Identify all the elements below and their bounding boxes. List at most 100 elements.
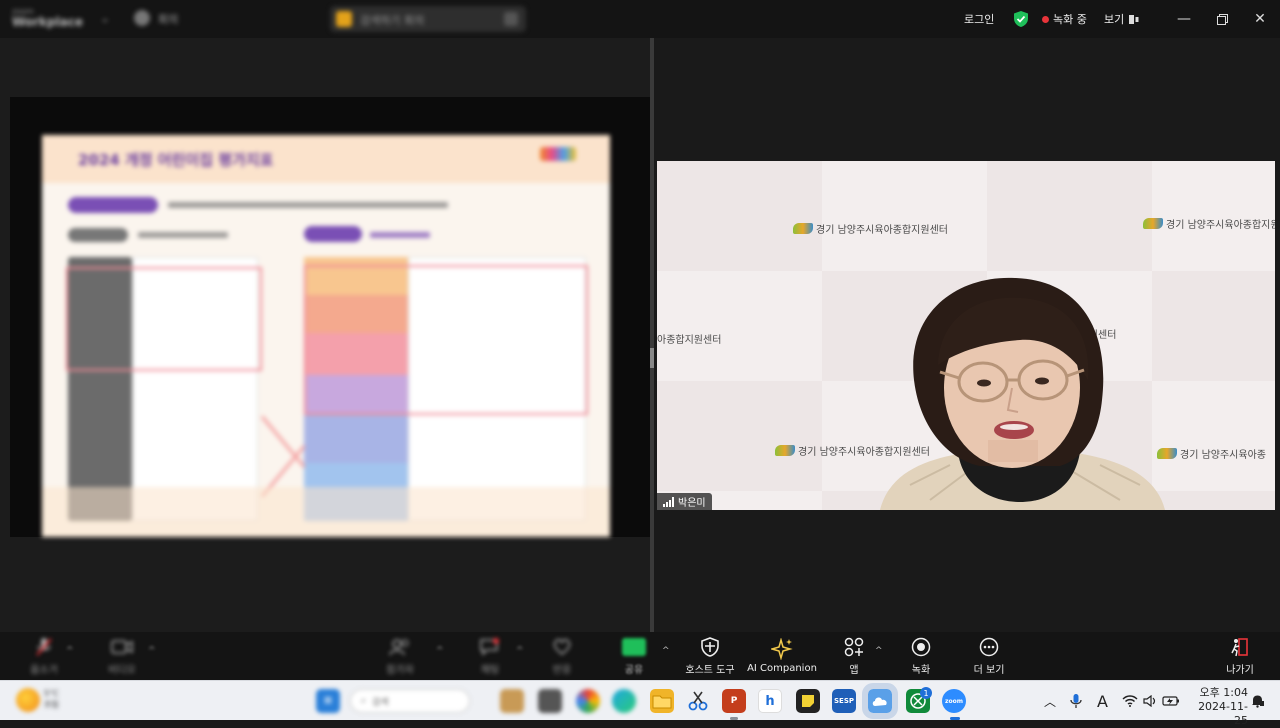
volume-icon[interactable]: [1143, 681, 1157, 721]
chrome-icon[interactable]: [576, 689, 600, 713]
tray-overflow-icon[interactable]: ︿: [1044, 681, 1056, 721]
signal-strength-icon: [663, 496, 674, 507]
video-camera-icon: [111, 636, 133, 658]
slide-footer: [42, 487, 610, 537]
slide-text: [370, 232, 430, 238]
video-caret-icon[interactable]: ^: [148, 646, 156, 656]
shared-slide: 2024 개정 어린이집 평가지표: [42, 135, 610, 537]
onedrive-cloud-icon[interactable]: [862, 683, 898, 719]
apps-button[interactable]: 앱: [836, 632, 872, 680]
backdrop-watermark: 경기 남양주시육아종: [1157, 446, 1266, 461]
weather-temp: 5°C: [44, 689, 59, 698]
center-logo-icon: [793, 223, 813, 234]
windows-taskbar: 5°C 흐림 ⊞ ⌕ 검색 P h SESP 1 zoom ︿ A 오후 1:04: [0, 680, 1280, 727]
taskbar-app-icon[interactable]: [500, 689, 524, 713]
notification-bell-icon[interactable]: [1251, 681, 1264, 721]
react-button[interactable]: 반응: [540, 632, 584, 680]
backdrop-watermark: 아종합지원센터: [657, 335, 722, 346]
taskbar-app-icon[interactable]: [538, 689, 562, 713]
mute-button[interactable]: 음소거: [22, 632, 66, 680]
center-logo-icon: [1143, 218, 1163, 229]
search-icon: ⌕: [361, 696, 367, 706]
meeting-toolbar: 음소거 ^ 비디오 ^ 참가자 ^ 채팅 ^ 반응 공유 ^ 호스트 도구 AI…: [0, 632, 1280, 680]
heart-icon: [552, 636, 572, 658]
share-caret-icon[interactable]: ^: [662, 646, 670, 656]
wifi-icon[interactable]: [1122, 681, 1138, 721]
participants-caret-icon[interactable]: ^: [436, 646, 444, 656]
apps-caret-icon[interactable]: ^: [875, 646, 883, 656]
center-logo-icon: [775, 445, 795, 456]
share-screen-icon: [622, 636, 646, 658]
share-button[interactable]: 공유: [612, 632, 656, 680]
system-clock[interactable]: 오후 1:04 2024-11-25: [1186, 686, 1248, 728]
slide-text: [168, 202, 448, 208]
slide-cell: [304, 413, 408, 463]
recording-label: 녹화 중: [1053, 13, 1087, 26]
host-shield-icon: [701, 636, 719, 658]
taskbar-search[interactable]: ⌕ 검색: [350, 689, 470, 713]
microphone-icon[interactable]: [1070, 681, 1082, 721]
ai-companion-button[interactable]: AI Companion: [746, 632, 818, 680]
chevron-down-icon[interactable]: ⌄: [100, 11, 110, 25]
meeting-icon[interactable]: [134, 10, 150, 26]
react-label: 반응: [552, 665, 572, 676]
video-label: 비디오: [108, 665, 136, 676]
zoom-app-icon[interactable]: zoom: [942, 689, 966, 713]
top-search-box[interactable]: 검색하기 회의: [330, 6, 526, 32]
brand-line2: Workplace: [12, 15, 84, 29]
powerpoint-icon[interactable]: P: [722, 689, 746, 713]
edge-icon[interactable]: [612, 689, 636, 713]
leave-label: 나가기: [1226, 665, 1254, 676]
participants-label: 참가자: [386, 665, 414, 676]
view-label: 보기: [1104, 13, 1125, 26]
maximize-icon[interactable]: [1203, 0, 1241, 38]
mute-label: 음소거: [30, 665, 58, 676]
file-explorer-icon[interactable]: [650, 689, 674, 713]
recording-indicator[interactable]: 녹화 중: [1042, 0, 1087, 38]
battery-icon[interactable]: [1162, 681, 1180, 721]
sesp-app-icon[interactable]: SESP: [832, 689, 856, 713]
windows-start-icon[interactable]: ⊞: [316, 689, 340, 713]
weather-widget[interactable]: 5°C 흐림: [44, 688, 59, 710]
clock-date: 2024-11-25: [1198, 700, 1248, 727]
chat-label: 채팅: [480, 665, 500, 676]
chat-icon: [479, 636, 501, 658]
notification-badge: 1: [920, 687, 932, 699]
backdrop-watermark: 경기 남양주시육아종합지원센터: [793, 221, 948, 236]
participant-name: 박은미: [678, 498, 706, 509]
weather-icon[interactable]: [16, 688, 40, 712]
input-method-icon[interactable]: A: [1097, 681, 1108, 721]
snipping-tool-icon[interactable]: [686, 689, 710, 713]
microphone-muted-icon: [35, 636, 53, 658]
hancom-icon[interactable]: h: [758, 689, 782, 713]
slide-highlight: [66, 267, 262, 371]
zoom-workplace-logo: zoom Workplace: [12, 6, 83, 28]
close-icon[interactable]: ✕: [1241, 0, 1279, 38]
more-label: 더 보기: [973, 665, 1005, 676]
meeting-label[interactable]: 회의: [158, 11, 178, 27]
apps-icon: [844, 636, 864, 658]
video-button[interactable]: 비디오: [100, 632, 144, 680]
more-button[interactable]: 더 보기: [966, 632, 1012, 680]
minimize-icon[interactable]: —: [1165, 0, 1203, 38]
leave-button[interactable]: 나가기: [1218, 632, 1262, 680]
sticky-notes-icon[interactable]: [796, 689, 820, 713]
participant-person: [880, 277, 1165, 510]
share-label: 공유: [624, 665, 644, 676]
title-bar: zoom Workplace ⌄ 회의 검색하기 회의 로그인 녹화 중 보기 …: [0, 0, 1280, 38]
chat-button[interactable]: 채팅: [468, 632, 512, 680]
top-search-placeholder: 검색하기 회의: [360, 14, 425, 27]
signin-link[interactable]: 로그인: [964, 0, 994, 38]
participants-button[interactable]: 참가자: [378, 632, 422, 680]
slide-header: 2024 개정 어린이집 평가지표: [42, 135, 610, 183]
record-icon: [911, 636, 931, 658]
view-button[interactable]: 보기: [1104, 0, 1139, 38]
host-tools-button[interactable]: 호스트 도구: [680, 632, 740, 680]
chat-caret-icon[interactable]: ^: [516, 646, 524, 656]
view-grid-icon: [1129, 14, 1139, 24]
security-shield-icon[interactable]: [1013, 0, 1029, 38]
mute-caret-icon[interactable]: ^: [66, 646, 74, 656]
slide-tag: [68, 228, 128, 242]
more-dots-icon: [979, 636, 999, 658]
record-button[interactable]: 녹화: [902, 632, 940, 680]
